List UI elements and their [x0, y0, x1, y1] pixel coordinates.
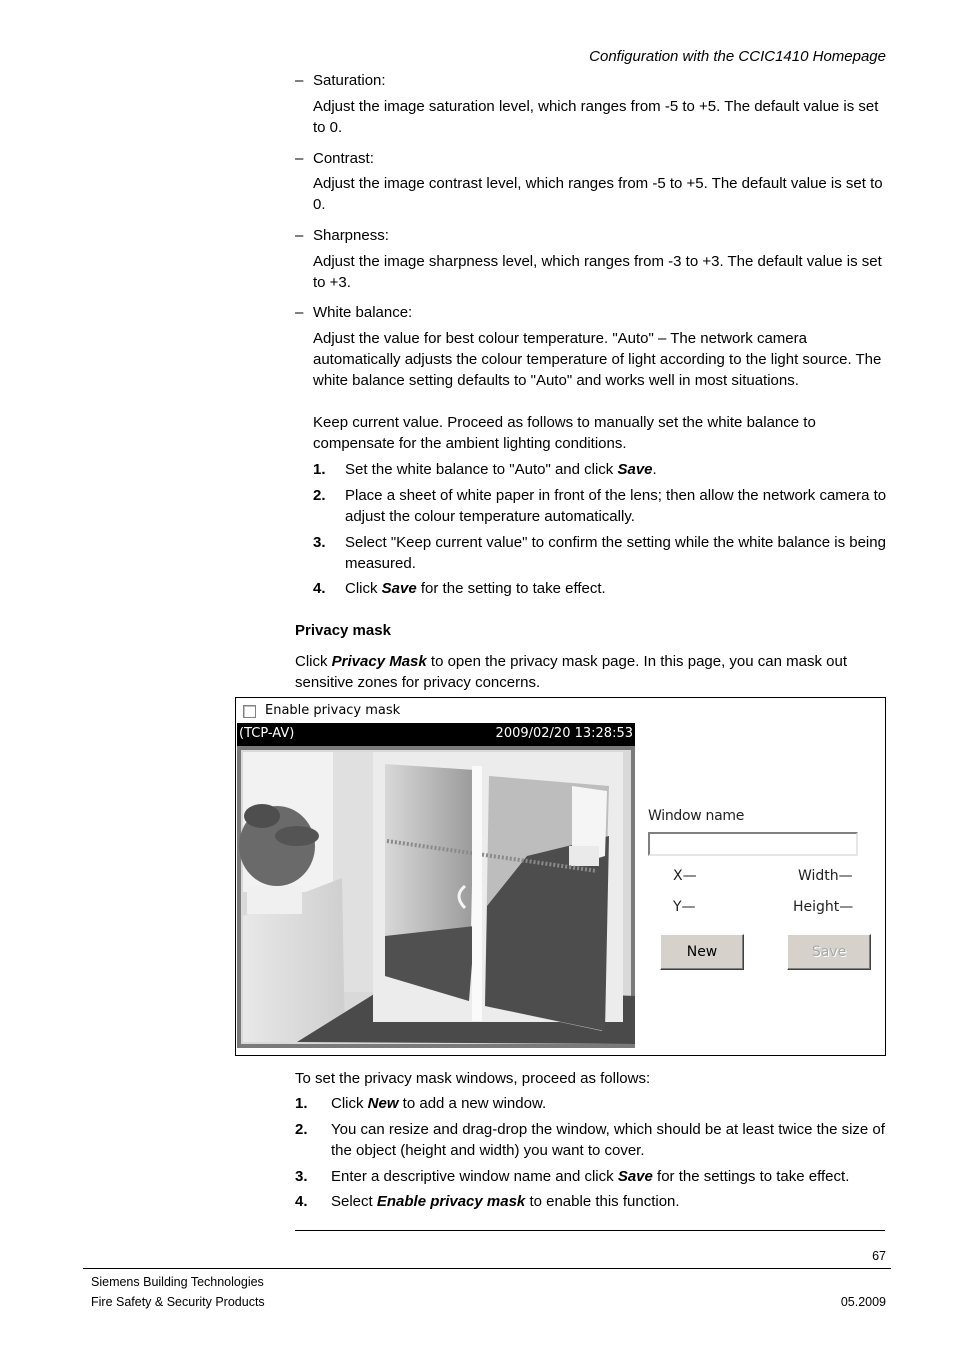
setting-description: Adjust the value for best colour tempera…	[313, 330, 882, 389]
step-text-pre: Set the white balance to "Auto" and clic…	[345, 461, 618, 478]
running-header: Configuration with the CCIC1410 Homepage	[589, 48, 886, 65]
x-coordinate: X—	[673, 868, 697, 884]
new-button[interactable]: New	[660, 934, 744, 970]
enable-privacy-mask-label[interactable]: Enable privacy mask	[265, 703, 400, 718]
setting-label: Saturation:	[313, 72, 386, 89]
bullet-dash: –	[295, 227, 304, 244]
enable-privacy-mask-checkbox[interactable]	[243, 705, 256, 718]
step-text-emphasis: Save	[617, 461, 653, 478]
bullet-dash: –	[295, 150, 304, 167]
step-text-post: .	[652, 461, 657, 478]
step-text-post: to add a new window.	[398, 1095, 547, 1112]
step-number: 1.	[313, 461, 326, 478]
step-number: 4.	[313, 580, 326, 597]
section-end-rule	[295, 1230, 885, 1231]
step-text: Select Enable privacy mask to enable thi…	[331, 1191, 891, 1212]
height-value: Height—	[793, 899, 854, 915]
privacy-mask-screenshot: Enable privacy mask (TCP-AV) 2009/02/20 …	[235, 697, 886, 1056]
step-text-emphasis: Save	[617, 1168, 653, 1185]
step-number: 1.	[295, 1095, 308, 1112]
step-text: Place a sheet of white paper in front of…	[345, 487, 887, 525]
save-button[interactable]: Save	[787, 934, 871, 970]
step-number: 2.	[313, 487, 326, 504]
stream-label: (TCP-AV)	[239, 726, 295, 741]
camera-image	[239, 750, 635, 1044]
step-number: 2.	[295, 1121, 308, 1138]
step-number: 3.	[295, 1168, 308, 1185]
setting-description: Adjust the image saturation level, which…	[313, 98, 879, 136]
bullet-dash: –	[295, 72, 304, 89]
width-value: Width—	[798, 868, 853, 884]
window-name-label: Window name	[648, 808, 745, 824]
step-text-post: for the setting to take effect.	[416, 580, 606, 597]
step-text: Click Save for the setting to take effec…	[345, 578, 890, 599]
steps-intro: To set the privacy mask windows, proceed…	[295, 1070, 651, 1087]
step-text-pre: Click	[331, 1095, 368, 1112]
setting-description: Adjust the image contrast level, which r…	[313, 175, 883, 213]
footer-date: 05.2009	[840, 1295, 886, 1309]
live-video-view[interactable]	[237, 746, 635, 1048]
step-text: Enter a descriptive window name and clic…	[331, 1166, 891, 1187]
step-text-emphasis: New	[367, 1095, 399, 1112]
footer-rule	[83, 1268, 891, 1269]
section-heading: Privacy mask	[295, 622, 391, 639]
step-number: 4.	[295, 1193, 308, 1210]
step-text-emphasis: Enable privacy mask	[376, 1193, 526, 1210]
setting-label: Sharpness:	[313, 227, 389, 244]
footer-company: Siemens Building Technologies	[91, 1275, 264, 1289]
setting-description: Adjust the image sharpness level, which …	[313, 253, 882, 291]
window-name-input[interactable]	[648, 832, 858, 856]
step-text-post: for the settings to take effect.	[652, 1168, 850, 1185]
step-text-post: to enable this function.	[525, 1193, 680, 1210]
video-title-bar: (TCP-AV) 2009/02/20 13:28:53	[237, 723, 635, 746]
footer-division: Fire Safety & Security Products	[91, 1295, 265, 1309]
step-text-pre: Enter a descriptive window name and clic…	[331, 1168, 618, 1185]
section-intro: Click Privacy Mask to open the privacy m…	[295, 651, 889, 693]
step-text: Set the white balance to "Auto" and clic…	[345, 459, 890, 480]
step-number: 3.	[313, 534, 326, 551]
step-text-pre: Click	[345, 580, 382, 597]
setting-label: White balance:	[313, 304, 413, 321]
floor-mat	[569, 846, 599, 866]
step-text: Click New to add a new window.	[331, 1093, 891, 1114]
page-number: 67	[872, 1249, 886, 1263]
intro-pre: Click	[295, 653, 332, 670]
step-text-emphasis: Save	[381, 580, 417, 597]
step-text: You can resize and drag-drop the window,…	[331, 1121, 885, 1159]
timestamp: 2009/02/20 13:28:53	[495, 726, 633, 741]
bullet-dash: –	[295, 304, 304, 321]
y-coordinate: Y—	[673, 899, 696, 915]
setting-description-2: Keep current value. Proceed as follows t…	[313, 414, 816, 452]
setting-label: Contrast:	[313, 150, 374, 167]
step-text-pre: Select	[331, 1193, 377, 1210]
step-text: Select "Keep current value" to confirm t…	[345, 534, 886, 572]
intro-emphasis: Privacy Mask	[331, 653, 427, 670]
